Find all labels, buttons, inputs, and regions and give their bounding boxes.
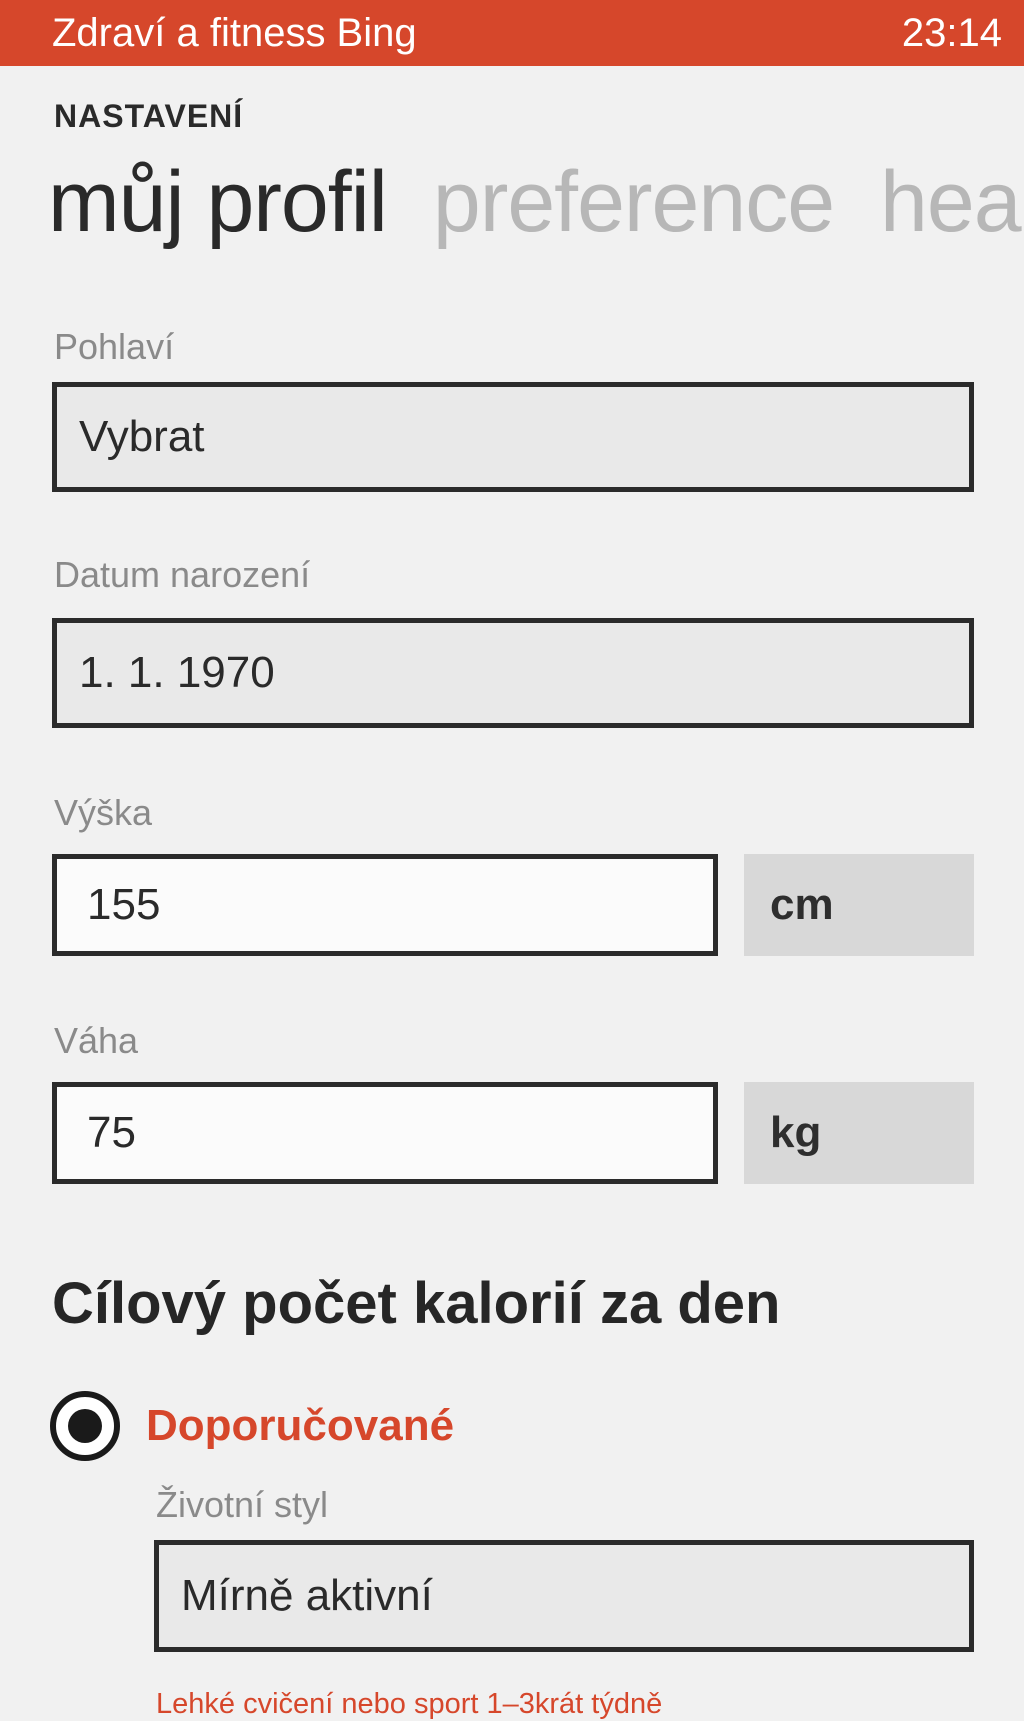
height-value: 155 bbox=[87, 880, 161, 929]
tab-health[interactable]: heal bbox=[880, 154, 1024, 250]
height-input[interactable]: 155 bbox=[52, 854, 718, 956]
page-section-title: NASTAVENÍ bbox=[54, 98, 244, 134]
tab-my-profile[interactable]: můj profil bbox=[48, 154, 388, 250]
calorie-target-heading: Cílový počet kalorií za den bbox=[52, 1271, 781, 1336]
gender-label: Pohlaví bbox=[54, 326, 175, 367]
height-label: Výška bbox=[54, 792, 153, 833]
lifestyle-label: Životní styl bbox=[156, 1484, 329, 1525]
height-unit-button[interactable]: cm bbox=[744, 854, 974, 956]
recommended-label[interactable]: Doporučované bbox=[146, 1401, 454, 1451]
weight-unit-label: kg bbox=[770, 1108, 822, 1157]
app-title: Zdraví a fitness Bing bbox=[52, 10, 417, 55]
weight-value: 75 bbox=[87, 1108, 136, 1157]
clock-time: 23:14 bbox=[901, 10, 1002, 55]
lifestyle-select[interactable]: Mírně aktivní bbox=[154, 1540, 974, 1652]
birthdate-value: 1. 1. 1970 bbox=[79, 648, 275, 697]
gender-select[interactable]: Vybrat bbox=[52, 382, 974, 492]
birthdate-picker[interactable]: 1. 1. 1970 bbox=[52, 618, 974, 728]
weight-input[interactable]: 75 bbox=[52, 1082, 718, 1184]
lifestyle-value: Mírně aktivní bbox=[181, 1571, 433, 1620]
gender-select-value: Vybrat bbox=[79, 412, 205, 461]
birthdate-label: Datum narození bbox=[54, 554, 311, 595]
lifestyle-hint: Lehké cvičení nebo sport 1–3krát týdně bbox=[156, 1688, 663, 1720]
radio-selected-dot bbox=[68, 1409, 102, 1443]
height-unit-label: cm bbox=[770, 880, 834, 929]
radio-button-icon[interactable] bbox=[50, 1391, 120, 1461]
weight-label: Váha bbox=[54, 1020, 139, 1061]
pivot-tabs: můj profil preference heal bbox=[48, 152, 1024, 252]
weight-unit-button[interactable]: kg bbox=[744, 1082, 974, 1184]
status-bar: Zdraví a fitness Bing 23:14 bbox=[0, 0, 1024, 66]
tab-preferences[interactable]: preference bbox=[433, 154, 835, 250]
recommended-radio-option[interactable]: Doporučované bbox=[50, 1390, 454, 1462]
